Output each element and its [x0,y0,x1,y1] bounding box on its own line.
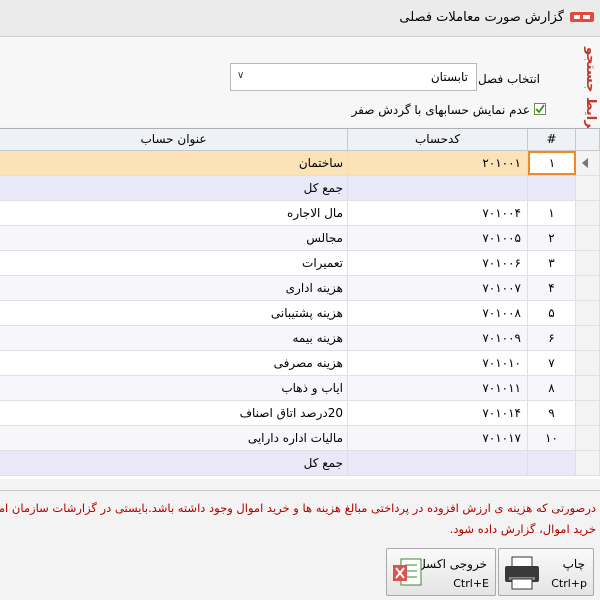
row-indicator[interactable] [576,301,600,325]
account-title[interactable]: تعمیرات [0,251,348,275]
grand-total-row[interactable]: جمع کل [0,176,600,201]
row-number[interactable]: ۶ [528,326,576,350]
account-code[interactable]: ۷۰۱۰۱۰ [348,351,528,375]
row-number[interactable]: ۸ [528,376,576,400]
account-code[interactable]: ۷۰۱۰۱۴ [348,401,528,425]
excel-shortcut: Ctrl+E [453,577,489,590]
checkbox-label: عدم نمایش حسابهای با گردش صفر [351,103,530,117]
print-shortcut: Ctrl+p [551,577,587,590]
account-title[interactable]: هزینه پشتیبانی [0,301,348,325]
account-title[interactable]: هزینه بیمه [0,326,348,350]
row-indicator[interactable] [576,426,600,450]
table-row[interactable]: ۹ ۷۰۱۰۱۴ 20درصد اتاق اصناف [0,401,600,426]
table-row[interactable]: ۲ ۷۰۱۰۰۵ مجالس [0,226,600,251]
excel-label: خروجی اکسل [417,557,487,571]
vat-note: درصورتی که هزینه ی ارزش افزوده در پرداخت… [0,498,600,546]
account-code[interactable]: ۷۰۱۰۰۸ [348,301,528,325]
row-indicator[interactable] [576,451,600,475]
note-line-2: خرید اموال، گزارش داده شود. [449,522,596,536]
row-indicator[interactable] [576,226,600,250]
row-indicator[interactable] [576,326,600,350]
account-code[interactable]: ۷۰۱۰۰۴ [348,201,528,225]
selected-row-arrow-icon [582,158,588,168]
season-value: تابستان [430,70,468,84]
table-row[interactable]: ۱۰ ۷۰۱۰۱۷ مالیات اداره دارایی [0,426,600,451]
table-row[interactable]: ۶ ۷۰۱۰۰۹ هزینه بیمه [0,326,600,351]
print-button[interactable]: چاپ Ctrl+p [498,548,594,596]
row-indicator[interactable] [576,376,600,400]
title-bar: گزارش صورت معاملات فصلی [0,0,600,37]
window-title: گزارش صورت معاملات فصلی [399,10,564,25]
print-label: چاپ [562,557,585,571]
row-indicator[interactable] [576,201,600,225]
account-code[interactable]: ۷۰۱۰۰۵ [348,226,528,250]
account-title[interactable]: هزینه اداری [0,276,348,300]
excel-export-button[interactable]: خروجی اکسل Ctrl+E [386,548,496,596]
account-title[interactable]: ایاب و ذهاب [0,376,348,400]
divider [0,490,600,491]
column-header-title[interactable]: عنوان حساب [0,129,348,151]
checkbox-icon[interactable] [534,103,546,115]
account-code[interactable]: ۷۰۱۰۰۹ [348,326,528,350]
row-number[interactable] [528,176,576,200]
account-title[interactable]: جمع کل [0,176,348,200]
hide-zero-accounts-checkbox[interactable]: عدم نمایش حسابهای با گردش صفر [351,103,546,117]
row-number[interactable]: ۱ [528,151,576,175]
account-code[interactable]: ۷۰۱۰۰۷ [348,276,528,300]
row-indicator[interactable] [576,351,600,375]
app-logo-icon [570,12,594,22]
row-indicator[interactable] [576,176,600,200]
season-select[interactable]: تابستان ∨ [230,63,477,91]
row-number[interactable]: ۵ [528,301,576,325]
printer-icon [505,556,539,590]
account-code[interactable] [348,176,528,200]
account-title[interactable]: ساختمان [0,151,348,175]
account-code[interactable]: ۷۰۱۰۰۶ [348,251,528,275]
row-number[interactable]: ۹ [528,401,576,425]
table-row[interactable]: ۷ ۷۰۱۰۱۰ هزینه مصرفی [0,351,600,376]
row-number[interactable]: ۱۰ [528,426,576,450]
account-title[interactable]: مال الاجاره [0,201,348,225]
account-title[interactable]: هزینه مصرفی [0,351,348,375]
note-line-1: درصورتی که هزینه ی ارزش افزوده در پرداخت… [0,501,596,515]
grand-total-row[interactable]: جمع کل [0,451,600,476]
table-row[interactable]: ۴ ۷۰۱۰۰۷ هزینه اداری [0,276,600,301]
account-code[interactable]: ۲۰۱۰۰۱ [348,151,528,175]
row-indicator-header [576,129,600,151]
row-number[interactable]: ۲ [528,226,576,250]
table-row[interactable]: ۱ ۷۰۱۰۰۴ مال الاجاره [0,201,600,226]
row-number[interactable]: ۱ [528,201,576,225]
accounts-grid: # کدحساب عنوان حساب ۱ ۲۰۱۰۰۱ ساختمان جمع کل… [0,128,600,479]
account-title[interactable]: 20درصد اتاق اصناف [0,401,348,425]
account-code[interactable]: ۷۰۱۰۱۱ [348,376,528,400]
account-code[interactable] [348,451,528,475]
row-number[interactable]: ۷ [528,351,576,375]
row-indicator[interactable] [576,401,600,425]
account-title[interactable]: جمع کل [0,451,348,475]
table-row[interactable]: ۸ ۷۰۱۰۱۱ ایاب و ذهاب [0,376,600,401]
table-row[interactable]: ۳ ۷۰۱۰۰۶ تعمیرات [0,251,600,276]
account-title[interactable]: مالیات اداره دارایی [0,426,348,450]
row-number[interactable]: ۳ [528,251,576,275]
column-header-code[interactable]: کدحساب [348,129,528,151]
account-code[interactable]: ۷۰۱۰۱۷ [348,426,528,450]
row-number[interactable] [528,451,576,475]
row-indicator[interactable] [576,276,600,300]
account-title[interactable]: مجالس [0,226,348,250]
row-number[interactable]: ۴ [528,276,576,300]
season-label: انتخاب فصل : [470,72,540,86]
excel-icon [393,558,422,586]
table-row[interactable]: ۵ ۷۰۱۰۰۸ هزینه پشتیبانی [0,301,600,326]
row-indicator[interactable] [576,251,600,275]
column-header-num[interactable]: # [528,129,576,151]
table-row[interactable]: ۱ ۲۰۱۰۰۱ ساختمان [0,151,600,176]
row-indicator[interactable] [576,151,600,175]
chevron-down-icon[interactable]: ∨ [237,70,244,81]
